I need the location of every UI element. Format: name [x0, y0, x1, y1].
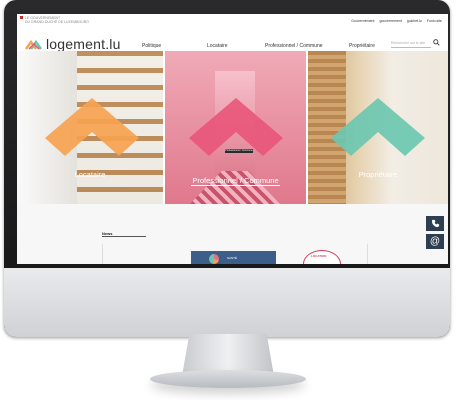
- top-bar: LE GOUVERNEMENT DU GRAND-DUCHÉ DE LUXEMB…: [17, 14, 448, 28]
- nav-locataire[interactable]: Locataire: [207, 43, 228, 49]
- monitor-stand-base: [150, 370, 306, 388]
- panel-proprietaire[interactable]: Propriétaire: [308, 51, 448, 204]
- panel-label: Locataire: [74, 170, 106, 179]
- site-logo[interactable]: logement.lu: [25, 36, 121, 52]
- panel-locataire[interactable]: Locataire: [17, 51, 163, 204]
- website-screen: LE GOUVERNEMENT DU GRAND-DUCHÉ DE LUXEMB…: [17, 14, 448, 264]
- panel-label-wrap: Professionnel / Commune: [165, 170, 306, 188]
- gov-line2: DU GRAND-DUCHÉ DE LUXEMBOURG: [25, 19, 89, 24]
- panel-label: Professionnel / Commune: [191, 176, 280, 186]
- nav-professionnel-commune[interactable]: Professionnel / Commune: [265, 43, 323, 49]
- news-card-text: SANTÉ: [227, 256, 238, 260]
- location-badge-text: LOCATION: [311, 254, 327, 258]
- nav-proprietaire[interactable]: Propriétaire: [349, 43, 375, 49]
- toplink-2[interactable]: gouvernement: [379, 19, 401, 23]
- toplink-1[interactable]: Gouvernement: [351, 19, 374, 23]
- logo-text: logement.lu: [46, 36, 121, 52]
- monitor-chin: [4, 268, 450, 337]
- at-icon: @: [429, 235, 441, 247]
- chevron-up-icon: [331, 98, 425, 156]
- phone-icon: [431, 219, 439, 228]
- news-underline: [102, 236, 146, 237]
- panel-professionnel-commune[interactable]: Professionnel / Commune Professionnel / …: [165, 51, 306, 204]
- logo-chevron-icon: [25, 39, 43, 50]
- divider: [367, 244, 368, 264]
- government-label[interactable]: LE GOUVERNEMENT DU GRAND-DUCHÉ DE LUXEMB…: [25, 16, 89, 24]
- email-button[interactable]: @: [426, 234, 444, 249]
- nav-politique[interactable]: Politique: [142, 43, 161, 49]
- pie-chart-icon: [209, 254, 219, 264]
- government-flag-icon: [20, 16, 23, 19]
- toplink-3[interactable]: guichet.lu: [407, 19, 422, 23]
- content-section: News SANTÉ LOCATION: [17, 204, 448, 264]
- chevron-up-icon: [45, 98, 139, 156]
- top-links: Gouvernement gouvernement guichet.lu Fun…: [351, 19, 442, 23]
- hero-panels: Locataire Professionnel / Commune Profes…: [17, 51, 448, 204]
- panel-caption: Professionnel / Commune: [225, 149, 253, 153]
- toplink-4[interactable]: Funio.site: [427, 19, 442, 23]
- search-input[interactable]: Rechercher sur le site: [391, 41, 431, 48]
- search-icon[interactable]: [433, 39, 440, 46]
- divider: [102, 244, 103, 264]
- phone-button[interactable]: [426, 216, 444, 231]
- panel-label: Propriétaire: [358, 170, 398, 179]
